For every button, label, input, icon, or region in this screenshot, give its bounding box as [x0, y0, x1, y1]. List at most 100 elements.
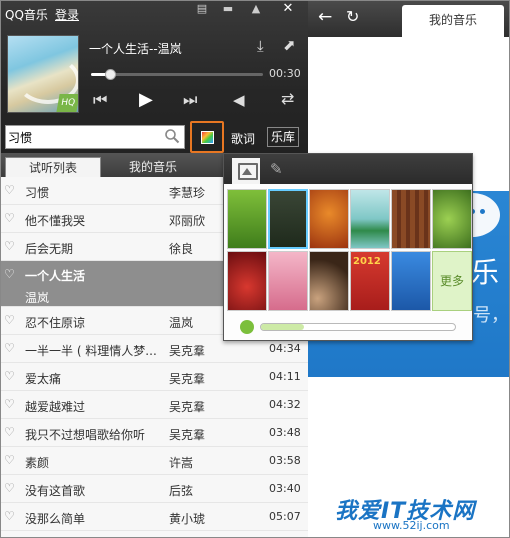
login-link[interactable]: 登录 — [55, 6, 79, 23]
song-artist: 吴克羣 — [169, 372, 206, 386]
heart-icon[interactable]: ♡ — [4, 268, 16, 280]
song-row[interactable]: ♡ 我只不过想唱歌给你听 吴克羣 03:48 — [1, 419, 308, 447]
tab-trial-list[interactable]: 试听列表 — [5, 157, 101, 177]
song-title: 越爱越难过 — [25, 400, 86, 414]
lyrics-button[interactable]: 歌词 — [231, 130, 255, 147]
song-row[interactable]: ♡ 没有这首歌 后弦 03:40 — [1, 475, 308, 503]
song-artist: 吴克羣 — [169, 344, 206, 358]
previous-icon[interactable]: ⏮ — [93, 90, 107, 110]
song-artist: 许嵩 — [169, 456, 194, 470]
search-box — [5, 125, 185, 149]
song-title: 他不懂我哭 — [25, 214, 86, 228]
song-duration: 04:32 — [269, 398, 301, 411]
heart-icon[interactable]: ♡ — [4, 342, 16, 354]
skin-swatch[interactable] — [309, 251, 349, 311]
heart-icon[interactable]: ♡ — [4, 314, 16, 326]
heart-icon[interactable]: ♡ — [4, 398, 16, 410]
app-window: QQ音乐 登录 ▤ ▬ ▲ ✕ HQ 一个人生活--温岚 ⤓ ⬈ 00:30 ⏮… — [0, 0, 510, 538]
skin-swatch[interactable] — [391, 189, 431, 249]
collapse-icon[interactable]: ▲ — [245, 1, 267, 17]
palette-icon — [201, 131, 214, 144]
song-row[interactable]: ♡ 越爱越难过 吴克羣 04:32 — [1, 391, 308, 419]
song-title: 一个人生活 — [25, 269, 86, 283]
download-icon[interactable]: ⤓ — [257, 37, 264, 55]
picture-skin-tab-icon[interactable] — [232, 158, 260, 184]
song-title: 习惯 — [25, 186, 50, 200]
skin-swatch[interactable] — [350, 189, 390, 249]
heart-icon[interactable]: ♡ — [4, 454, 16, 466]
skin-swatch[interactable] — [309, 189, 349, 249]
song-artist: 后弦 — [169, 484, 194, 498]
skin-button[interactable] — [190, 121, 224, 153]
skin-swatch[interactable] — [227, 189, 267, 249]
next-icon[interactable]: ⏭ — [183, 90, 197, 110]
transparency-fill — [261, 324, 304, 330]
skin-swatch[interactable] — [391, 251, 431, 311]
skin-swatch[interactable] — [268, 189, 308, 249]
song-duration: 05:07 — [269, 510, 301, 523]
skin-popup-header: ✎ — [224, 154, 472, 184]
skin-swatch[interactable] — [227, 251, 267, 311]
heart-icon[interactable]: ♡ — [4, 240, 16, 252]
song-duration: 04:11 — [269, 370, 301, 383]
song-row[interactable]: ♡ 爱太痛 吴克羣 04:11 — [1, 363, 308, 391]
album-cover[interactable]: HQ — [7, 35, 79, 113]
back-icon[interactable]: ← — [318, 7, 332, 27]
skin-swatch[interactable] — [432, 189, 472, 249]
song-artist: 温岚 — [169, 316, 194, 330]
play-icon[interactable]: ▶ — [139, 89, 153, 110]
volume-icon[interactable]: ◀ — [233, 91, 245, 109]
brush-color-tab-icon[interactable]: ✎ — [270, 160, 290, 180]
song-artist: 吴克羣 — [169, 400, 206, 414]
search-icon[interactable] — [164, 128, 180, 144]
heart-icon[interactable]: ♡ — [4, 184, 16, 196]
song-artist: 李慧珍 — [169, 186, 206, 200]
song-title: 忍不住原谅 — [25, 316, 86, 330]
song-artist: 黄小琥 — [169, 512, 206, 526]
skin-popup: ✎ 2012 更多 — [223, 153, 473, 341]
song-duration: 03:48 — [269, 426, 301, 439]
song-artist: 吴克羣 — [169, 428, 206, 442]
minimize-icon[interactable]: ▬ — [217, 1, 239, 17]
heart-icon[interactable]: ♡ — [4, 482, 16, 494]
menu-icon[interactable]: ▤ — [191, 1, 213, 17]
heart-icon[interactable]: ♡ — [4, 212, 16, 224]
heart-icon[interactable]: ♡ — [4, 370, 16, 382]
song-title: 没那么简单 — [25, 512, 86, 526]
song-duration: 03:58 — [269, 454, 301, 467]
content-toolbar: ← ↻ 我的音乐 — [308, 1, 509, 37]
progress-bar[interactable] — [91, 69, 263, 80]
player-header: QQ音乐 登录 ▤ ▬ ▲ ✕ HQ 一个人生活--温岚 ⤓ ⬈ 00:30 ⏮… — [1, 1, 308, 153]
banner-text: 乐 — [471, 256, 500, 289]
skin-swatch[interactable] — [268, 251, 308, 311]
refresh-icon[interactable]: ↻ — [346, 7, 359, 26]
tab-my-music[interactable]: 我的音乐 — [105, 157, 201, 177]
heart-icon[interactable]: ♡ — [4, 426, 16, 438]
library-button[interactable]: 乐库 — [267, 127, 299, 147]
song-artist: 邓丽欣 — [169, 214, 206, 228]
app-title: QQ音乐 — [5, 8, 48, 22]
heart-icon[interactable]: ♡ — [4, 510, 16, 522]
more-skins-button[interactable]: 更多 — [432, 251, 472, 311]
transparency-slider[interactable] — [260, 323, 456, 331]
share-icon[interactable]: ⬈ — [283, 36, 296, 54]
skin-swatch[interactable]: 2012 — [350, 251, 390, 311]
song-row[interactable]: ♡ 没那么简单 黄小琥 05:07 — [1, 503, 308, 531]
close-icon[interactable]: ✕ — [277, 1, 299, 17]
banner-subtext: 号， — [473, 305, 509, 326]
song-title: 我只不过想唱歌给你听 — [25, 428, 146, 442]
hq-badge: HQ — [56, 94, 78, 112]
repeat-icon[interactable]: ⇄ — [281, 89, 294, 108]
now-playing-title: 一个人生活--温岚 — [89, 42, 182, 56]
search-input[interactable] — [8, 128, 158, 146]
song-title: 素颜 — [25, 456, 50, 470]
progress-knob[interactable] — [104, 69, 116, 80]
song-duration: 03:40 — [269, 482, 301, 495]
song-artist: 温岚 — [25, 291, 50, 305]
tab-my-music-page[interactable]: 我的音乐 — [402, 5, 504, 37]
song-artist: 徐良 — [169, 242, 194, 256]
song-duration: 04:34 — [269, 342, 301, 355]
song-title: 没有这首歌 — [25, 484, 86, 498]
transparency-icon[interactable] — [240, 320, 254, 334]
song-row[interactable]: ♡ 素颜 许嵩 03:58 — [1, 447, 308, 475]
